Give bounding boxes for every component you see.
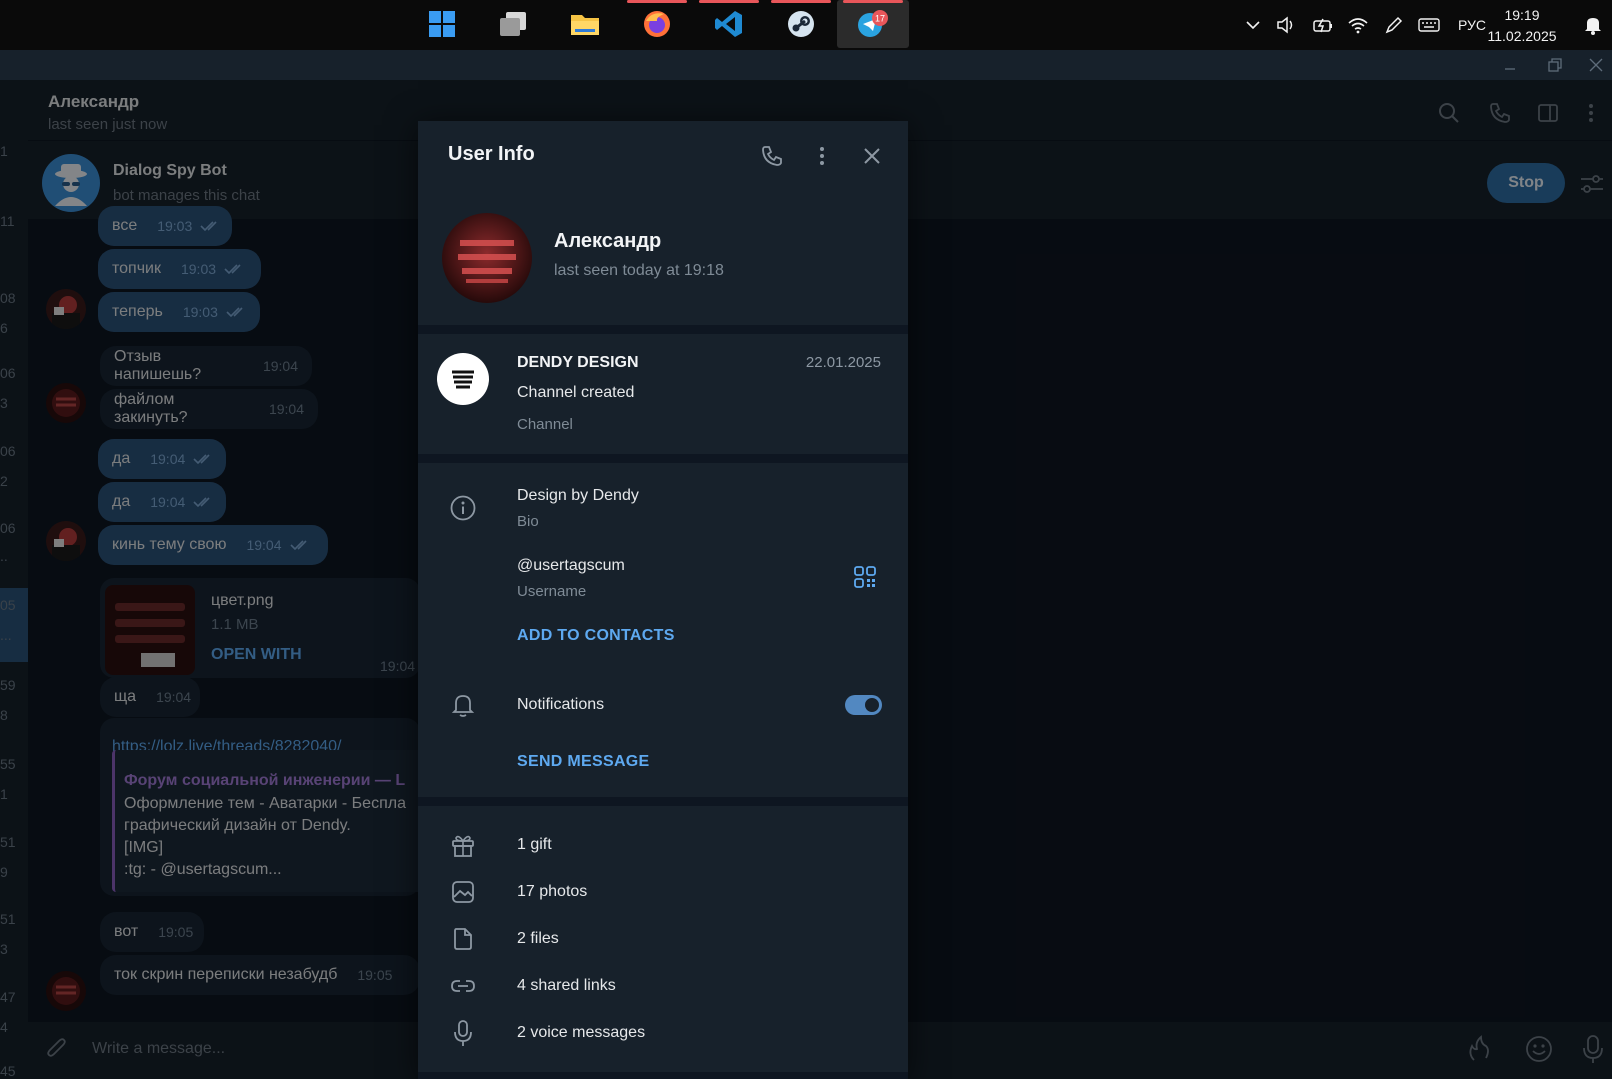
close-icon (1589, 58, 1603, 72)
channel-avatar[interactable] (437, 353, 489, 405)
phone-icon (762, 146, 782, 166)
section-divider (418, 1072, 908, 1079)
restore-button[interactable] (1535, 50, 1575, 80)
window-titlebar (0, 50, 1612, 80)
pen-button[interactable] (1379, 0, 1409, 50)
firefox-button[interactable] (621, 0, 693, 48)
battery-button[interactable] (1308, 0, 1338, 50)
media-photos[interactable]: 17 photos (517, 883, 587, 901)
firefox-icon (644, 11, 670, 37)
windows-start-button[interactable] (406, 0, 478, 48)
wifi-button[interactable] (1343, 0, 1373, 50)
section-divider (418, 454, 908, 463)
avatar-image (442, 213, 532, 303)
link-icon (448, 971, 478, 1001)
more-vertical-icon (820, 147, 824, 165)
keyboard-button[interactable] (1414, 0, 1444, 50)
file-explorer-button[interactable] (549, 0, 621, 48)
channel-name[interactable]: DENDY DESIGN (517, 354, 639, 372)
folder-icon (571, 15, 599, 35)
section-divider (418, 797, 908, 806)
wifi-icon (1348, 18, 1368, 34)
restore-icon (1548, 58, 1562, 72)
add-to-contacts-button[interactable]: ADD TO CONTACTS (517, 627, 675, 645)
steam-icon (788, 11, 814, 37)
speaker-icon (1277, 16, 1293, 34)
channel-event[interactable]: Channel created (517, 384, 634, 402)
clock[interactable]: 19:19 11.02.2025 (1472, 5, 1572, 47)
user-avatar[interactable] (442, 213, 532, 303)
qr-code-button[interactable] (852, 564, 878, 590)
close-icon (864, 148, 880, 164)
volume-button[interactable] (1271, 0, 1301, 50)
user-name: Александр (554, 230, 662, 252)
media-gifts[interactable]: 1 gift (517, 836, 552, 854)
panel-close-button[interactable] (856, 140, 888, 172)
media-links[interactable]: 4 shared links (517, 977, 616, 995)
user-last-seen: last seen today at 19:18 (554, 262, 724, 279)
battery-charging-icon (1313, 18, 1332, 33)
bell-icon (448, 690, 478, 720)
photo-icon (448, 877, 478, 907)
clock-time: 19:19 (1504, 7, 1540, 23)
keyboard-icon (1418, 18, 1440, 32)
window-close-button[interactable] (1576, 50, 1612, 80)
bio-value: Design by Dendy (517, 487, 639, 504)
vscode-icon (715, 11, 742, 37)
notification-center-button[interactable] (1578, 0, 1608, 50)
taskbar: 17 РУС 19:19 11.02.2025 (0, 0, 1612, 50)
media-files[interactable]: 2 files (517, 930, 559, 948)
task-view-button[interactable] (477, 0, 549, 48)
minimize-button[interactable] (1490, 50, 1530, 80)
dendy-logo-icon (452, 370, 474, 389)
channel-type: Channel (517, 416, 573, 433)
panel-title: User Info (448, 143, 535, 165)
clock-date: 11.02.2025 (1487, 28, 1557, 44)
tray-overflow-button[interactable] (1238, 0, 1268, 50)
bell-icon (1585, 18, 1601, 35)
info-icon (448, 493, 478, 523)
task-view-icon (500, 12, 526, 36)
microphone-icon (448, 1018, 478, 1048)
section-divider (418, 325, 908, 334)
username-label: Username (517, 583, 587, 600)
notifications-label: Notifications (517, 696, 605, 713)
minimize-icon (1505, 68, 1515, 70)
telegram-badge: 17 (875, 14, 885, 24)
send-message-button[interactable]: SEND MESSAGE (517, 753, 650, 771)
steam-button[interactable] (765, 0, 837, 48)
qr-code-icon (854, 566, 876, 588)
toggle-knob (863, 696, 881, 714)
chevron-down-icon (1246, 21, 1260, 30)
channel-date: 22.01.2025 (805, 354, 881, 371)
notifications-toggle[interactable] (845, 695, 882, 715)
username-value[interactable]: @usertagscum (517, 557, 625, 575)
telegram-icon: 17 (858, 10, 888, 37)
vscode-button[interactable] (693, 0, 765, 48)
panel-call-button[interactable] (756, 140, 788, 172)
telegram-button[interactable]: 17 (837, 0, 909, 48)
bio-label: Bio (517, 513, 539, 530)
media-voice-messages[interactable]: 2 voice messages (517, 1024, 645, 1042)
pen-icon (1385, 16, 1403, 34)
gift-icon (448, 830, 478, 860)
windows-icon (429, 11, 455, 37)
file-icon (448, 924, 478, 954)
panel-menu-button[interactable] (806, 140, 838, 172)
